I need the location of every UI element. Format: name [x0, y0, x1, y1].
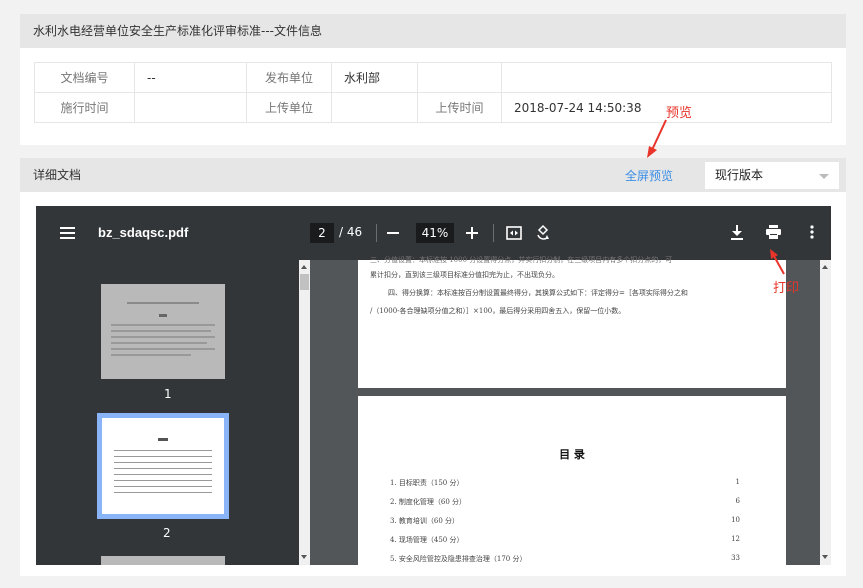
page-scrollbar[interactable] [820, 260, 831, 565]
upload-time-label: 上传时间 [417, 92, 502, 123]
pdf-file-name: bz_sdaqsc.pdf [98, 225, 189, 240]
thumbnail-sidebar: 1 2 [36, 260, 310, 565]
doc-number-label: 文档编号 [34, 62, 135, 93]
fullscreen-preview-link[interactable]: 全屏预览 [625, 167, 673, 184]
uploader-value [331, 92, 418, 123]
toc-item-page: 33 [731, 554, 740, 562]
table-row: 文档编号 -- 发布单位 水利部 [34, 62, 832, 93]
scroll-up-icon[interactable] [822, 265, 828, 269]
publisher-label: 发布单位 [246, 62, 332, 93]
menu-icon[interactable] [60, 226, 76, 240]
preview-arrow [647, 119, 667, 158]
thumbnail-page-1[interactable] [101, 284, 225, 379]
scroll-up-icon[interactable] [301, 265, 307, 269]
version-select-value: 现行版本 [715, 168, 764, 182]
page-total: / 46 [339, 225, 363, 239]
thumbnail-page-2[interactable] [102, 418, 224, 514]
plus-icon[interactable] [466, 227, 478, 239]
pdf-page-2: 目 录 1. 目标职责（150 分） 1 2. 制度化管理（60 分） 6 3. 教育培… [358, 396, 786, 565]
scrollbar-thumb[interactable] [300, 274, 309, 290]
toc-item-label: 2. 制度化管理（60 分） [390, 498, 467, 506]
pdf-toolbar: bz_sdaqsc.pdf 2 / 46 41% [36, 206, 831, 260]
empty-label [417, 62, 502, 93]
toc-item: 4. 现场管理（450 分） 12 [390, 535, 740, 545]
toc-item-label: 1. 目标职责（150 分） [390, 479, 464, 487]
file-info-title: 水利水电经营单位安全生产标准化评审标准---文件信息 [20, 14, 846, 48]
thumbnail-scrollbar[interactable] [299, 260, 310, 565]
table-row: 施行时间 上传单位 上传时间 2018-07-24 14:50:38 [34, 92, 832, 123]
zoom-input[interactable]: 41% [416, 223, 454, 243]
doc-number-value: -- [134, 62, 247, 93]
file-info-panel: 水利水电经营单位安全生产标准化评审标准---文件信息 文档编号 -- 发布单位 … [20, 14, 846, 145]
toc-item: 5. 安全风险管控及隐患排查治理（170 分） 33 [390, 554, 740, 564]
rotate-icon[interactable] [535, 224, 551, 241]
uploader-label: 上传单位 [246, 92, 332, 123]
file-info-table: 文档编号 -- 发布单位 水利部 施行时间 上传单位 上传时间 2018-07-… [34, 62, 832, 123]
toc-item-page: 1 [735, 478, 740, 486]
page-number-input[interactable]: 2 [310, 223, 334, 243]
scroll-down-icon[interactable] [822, 555, 828, 559]
toc-item-page: 10 [731, 516, 740, 524]
print-icon[interactable] [766, 225, 781, 239]
scroll-down-icon[interactable] [301, 555, 307, 559]
toc-item-label: 5. 安全风险管控及隐患排查治理（170 分） [390, 555, 527, 563]
toc-title: 目 录 [559, 448, 585, 461]
publisher-value: 水利部 [331, 62, 418, 93]
version-select[interactable]: 现行版本 [704, 161, 840, 190]
page-text-line: 四、得分换算：本标准按百分制设置最终得分，其换算公式如下：评定得分=［各项实际得… [388, 289, 688, 297]
toc-item: 1. 目标职责（150 分） 1 [390, 478, 740, 488]
pdf-page-1: 三、分值设置：本标准按 1000 分设置得分点，并实行扣分制，在三级项目内有多个… [358, 256, 786, 388]
toolbar-divider [376, 224, 377, 242]
toc-item-label: 4. 现场管理（450 分） [390, 536, 464, 544]
toc-item: 3. 教育培训（60 分） 10 [390, 516, 740, 526]
print-arrow [770, 249, 785, 275]
toc-item: 2. 制度化管理（60 分） 6 [390, 497, 740, 507]
print-annotation: 打印 [773, 281, 800, 296]
empty-value [501, 62, 832, 93]
toc-item-label: 3. 教育培训（60 分） [390, 517, 460, 525]
more-vert-icon[interactable] [810, 225, 814, 239]
page-text-line: 累计扣分，直到该三级项目标准分值扣完为止，不出现负分。 [370, 271, 559, 279]
download-icon[interactable] [731, 225, 743, 240]
fit-page-icon[interactable] [506, 226, 522, 240]
toc-item-page: 6 [735, 497, 740, 505]
pdf-viewer: bz_sdaqsc.pdf 2 / 46 41% 1 2 三、分值设置：本标准按… [36, 206, 831, 565]
minus-icon[interactable] [387, 232, 399, 235]
page-text-line: /（1000-各合理缺项分值之和）］×100，最后得分采用四舍五入，保留一位小数… [370, 307, 626, 315]
caret-down-icon [819, 174, 829, 179]
toc-item-page: 12 [731, 535, 740, 543]
thumbnail-page-3[interactable] [101, 556, 225, 565]
detail-doc-panel: 详细文档 全屏预览 现行版本 bz_sdaqsc.pdf 2 / 46 41% [20, 158, 846, 576]
toolbar-divider [493, 224, 494, 242]
effective-date-value [134, 92, 247, 123]
effective-date-label: 施行时间 [34, 92, 135, 123]
thumbnail-number: 2 [163, 526, 171, 540]
thumbnail-number: 1 [164, 387, 172, 401]
